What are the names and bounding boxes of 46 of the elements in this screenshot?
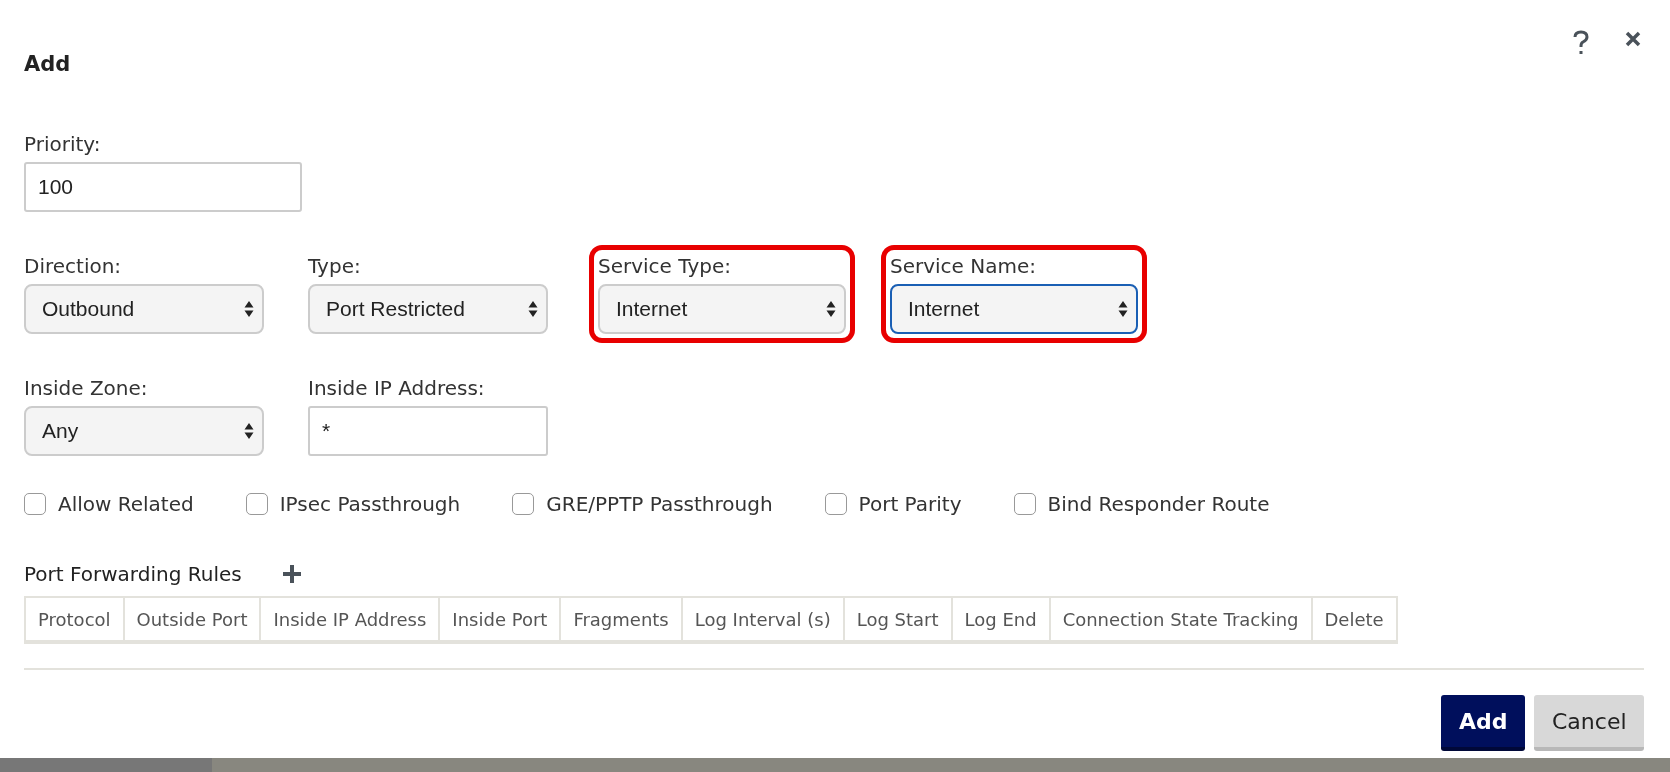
input-field[interactable]: *	[308, 406, 548, 456]
column-header: Log End	[950, 598, 1049, 640]
cancel-button[interactable]: Cancel	[1534, 695, 1644, 751]
help-icon[interactable]	[1572, 30, 1590, 56]
sort-arrows-icon	[1118, 300, 1128, 318]
field-label: Inside IP Address:	[308, 376, 486, 400]
checkbox[interactable]	[24, 493, 46, 515]
select-field[interactable]: Port Restricted	[308, 284, 548, 334]
section-title: Port Forwarding Rules	[24, 562, 242, 586]
column-header: Fragments	[559, 598, 681, 640]
checkbox-label: IPsec Passthrough	[279, 492, 461, 516]
sort-arrows-icon	[826, 300, 836, 318]
select-field[interactable]: Internet	[890, 284, 1138, 334]
add-button[interactable]: Add	[1441, 695, 1525, 751]
checkbox-label: GRE/PPTP Passthrough	[546, 492, 773, 516]
field-label: Service Name:	[890, 254, 1037, 278]
sort-arrows-icon	[244, 422, 254, 440]
dialog-title: Add	[24, 52, 71, 76]
column-header: Log Start	[842, 598, 951, 640]
checkbox-label: Port Parity	[858, 492, 962, 516]
checkbox-label: Allow Related	[58, 492, 194, 516]
field-label: Priority:	[24, 132, 102, 156]
add-icon[interactable]	[281, 564, 302, 584]
sort-arrows-icon	[244, 300, 254, 318]
checkbox[interactable]	[1013, 493, 1036, 515]
input-field[interactable]: 100	[24, 162, 302, 212]
column-header: Outside Port	[122, 598, 260, 640]
checkbox[interactable]	[512, 493, 535, 515]
select-field[interactable]: Outbound	[24, 284, 264, 334]
field-label: Inside Zone:	[24, 376, 149, 400]
select-field[interactable]: Any	[24, 406, 264, 456]
select-field[interactable]: Internet	[598, 284, 846, 334]
column-header: Log Interval (s)	[680, 598, 843, 640]
column-header: Connection State Tracking	[1048, 598, 1311, 640]
checkbox[interactable]	[824, 493, 847, 515]
column-header: Inside Port	[438, 598, 560, 640]
column-header: Delete	[1310, 598, 1396, 640]
column-header: Inside IP Address	[259, 598, 439, 640]
sort-arrows-icon	[528, 300, 538, 318]
field-label: Service Type:	[598, 254, 732, 278]
field-label: Type:	[308, 254, 362, 278]
close-icon[interactable]	[1624, 30, 1642, 48]
column-header: Protocol	[37, 607, 112, 632]
field-label: Direction:	[24, 254, 123, 278]
checkbox-label: Bind Responder Route	[1047, 492, 1270, 516]
checkbox[interactable]	[245, 493, 268, 515]
